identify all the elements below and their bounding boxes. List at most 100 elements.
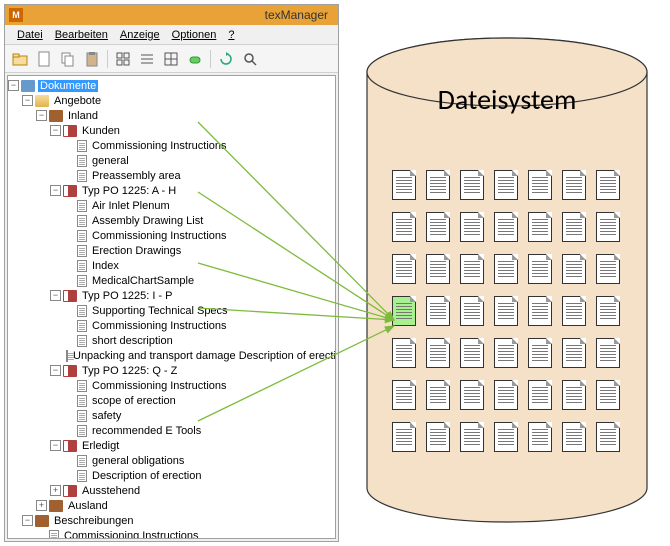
tree-doc[interactable]: Commissioning Instructions — [90, 320, 229, 332]
node-typ-q[interactable]: Typ PO 1225: Q - Z — [80, 365, 179, 377]
node-dokumente[interactable]: Dokumente — [38, 80, 98, 92]
tree-doc[interactable]: Commissioning Instructions — [62, 530, 201, 540]
file-icon — [562, 254, 586, 284]
file-icon — [460, 170, 484, 200]
file-icon — [494, 170, 518, 200]
node-typ-i[interactable]: Typ PO 1225: I - P — [80, 290, 175, 302]
file-icon — [528, 212, 552, 242]
file-icon — [426, 254, 450, 284]
node-kunden[interactable]: Kunden — [80, 125, 122, 137]
doc-icon — [77, 305, 87, 317]
doc-icon — [77, 380, 87, 392]
toggle-icon[interactable]: − — [22, 515, 33, 526]
doc-icon — [77, 455, 87, 467]
file-icon — [460, 338, 484, 368]
menu-file[interactable]: Datei — [11, 27, 49, 43]
tree-doc[interactable]: short description — [90, 335, 175, 347]
menu-help[interactable]: ? — [222, 27, 240, 43]
doc-icon — [77, 245, 87, 257]
tree-doc[interactable]: Supporting Technical Specs — [90, 305, 230, 317]
node-inland[interactable]: Inland — [66, 110, 100, 122]
tree-doc[interactable]: Assembly Drawing List — [90, 215, 205, 227]
file-icon — [392, 380, 416, 410]
file-icon — [392, 254, 416, 284]
toggle-icon[interactable]: − — [50, 365, 61, 376]
new-doc-icon[interactable] — [33, 48, 55, 70]
book-icon — [63, 485, 77, 497]
node-beschreibungen[interactable]: Beschreibungen — [52, 515, 136, 527]
file-icon — [528, 170, 552, 200]
doc-icon — [77, 230, 87, 242]
tree-doc[interactable]: Unpacking and transport damage Descripti… — [71, 350, 336, 362]
doc-icon — [77, 275, 87, 287]
toggle-icon[interactable]: − — [50, 185, 61, 196]
block-icon — [35, 515, 49, 527]
doc-grid — [392, 170, 622, 456]
node-angebote[interactable]: Angebote — [52, 95, 103, 107]
doc-icon — [77, 200, 87, 212]
window-title: texManager — [29, 8, 334, 22]
tree-doc[interactable]: Commissioning Instructions — [90, 140, 229, 152]
grid-icon[interactable] — [112, 48, 134, 70]
box-icon — [21, 80, 35, 92]
tree-doc[interactable]: MedicalChartSample — [90, 275, 196, 287]
tree-doc[interactable]: Index — [90, 260, 121, 272]
tree-doc[interactable]: Air Inlet Plenum — [90, 200, 172, 212]
tile-icon[interactable] — [160, 48, 182, 70]
menu-options[interactable]: Optionen — [166, 27, 223, 43]
file-icon — [460, 380, 484, 410]
titlebar: M texManager — [5, 5, 338, 25]
toolbar-sep-2 — [210, 50, 211, 68]
doc-icon — [66, 350, 68, 362]
tree-doc[interactable]: safety — [90, 410, 123, 422]
toggle-icon[interactable]: − — [22, 95, 33, 106]
node-erledigt[interactable]: Erledigt — [80, 440, 121, 452]
toggle-icon[interactable]: + — [50, 485, 61, 496]
toggle-icon[interactable]: − — [50, 125, 61, 136]
file-icon — [596, 338, 620, 368]
tree-doc[interactable]: Commissioning Instructions — [90, 230, 229, 242]
doc-icon — [77, 260, 87, 272]
toolbar — [5, 45, 338, 73]
file-icon — [460, 422, 484, 452]
tree-doc[interactable]: Commissioning Instructions — [90, 380, 229, 392]
tree-doc[interactable]: Preassembly area — [90, 170, 183, 182]
tree-doc[interactable]: scope of erection — [90, 395, 178, 407]
toggle-icon[interactable]: − — [36, 110, 47, 121]
tree-doc[interactable]: Erection Drawings — [90, 245, 183, 257]
file-icon — [392, 170, 416, 200]
tree-doc[interactable]: general — [90, 155, 131, 167]
tree-doc[interactable]: general obligations — [90, 455, 186, 467]
node-ausstehend[interactable]: Ausstehend — [80, 485, 142, 497]
menu-view[interactable]: Anzeige — [114, 27, 166, 43]
toggle-icon[interactable] — [184, 48, 206, 70]
toggle-icon[interactable]: − — [8, 80, 19, 91]
block-icon — [49, 110, 63, 122]
search-icon[interactable] — [239, 48, 261, 70]
file-icon — [392, 212, 416, 242]
toggle-icon[interactable]: − — [50, 440, 61, 451]
folder-icon[interactable] — [9, 48, 31, 70]
file-icon — [426, 422, 450, 452]
tree-doc[interactable]: recommended E Tools — [90, 425, 203, 437]
tree-doc[interactable]: Description of erection — [90, 470, 203, 482]
paste-icon[interactable] — [81, 48, 103, 70]
list-icon[interactable] — [136, 48, 158, 70]
doc-icon — [77, 215, 87, 227]
toggle-icon[interactable]: + — [36, 500, 47, 511]
file-icon — [562, 380, 586, 410]
book-icon — [63, 185, 77, 197]
app-icon: M — [9, 8, 23, 22]
node-ausland[interactable]: Ausland — [66, 500, 110, 512]
file-icon — [562, 212, 586, 242]
toggle-icon[interactable]: − — [50, 290, 61, 301]
menu-edit[interactable]: Bearbeiten — [49, 27, 114, 43]
node-typ-a[interactable]: Typ PO 1225: A - H — [80, 185, 178, 197]
file-icon — [596, 254, 620, 284]
copy-icon[interactable] — [57, 48, 79, 70]
refresh-icon[interactable] — [215, 48, 237, 70]
menubar: Datei Bearbeiten Anzeige Optionen ? — [5, 25, 338, 45]
doc-icon — [77, 335, 87, 347]
doc-icon — [49, 530, 59, 540]
tree-panel[interactable]: −Dokumente −Angebote −Inland −Kunden Com… — [7, 75, 336, 539]
